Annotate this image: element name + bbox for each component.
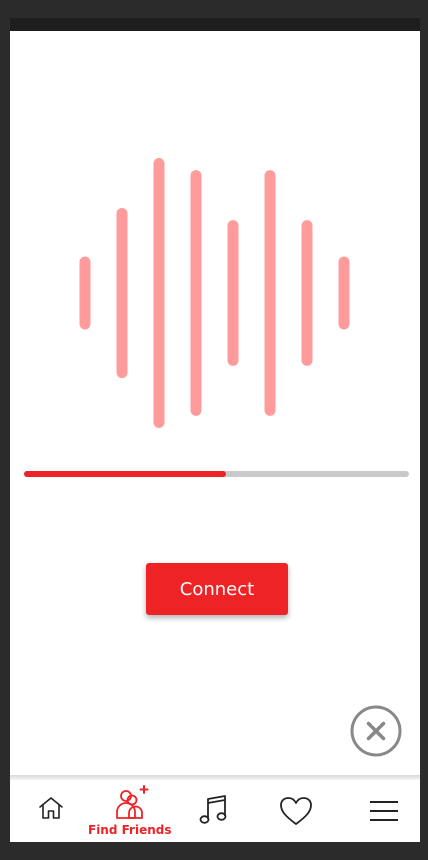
wave-bar: [116, 207, 128, 379]
nav-item-favorites[interactable]: [255, 780, 337, 842]
progress-fill: [24, 471, 227, 477]
progress-bar: [24, 471, 409, 477]
nav-label-find-friends: Find Friends: [88, 823, 172, 837]
wave-bar: [227, 220, 239, 366]
connect-button[interactable]: Connect: [146, 563, 288, 615]
wave-bar: [301, 220, 313, 366]
find-friends-icon: [116, 785, 149, 819]
audio-wave-visualizer: [79, 158, 350, 428]
heart-icon: [280, 797, 312, 825]
home-icon: [39, 797, 63, 819]
wave-bar: [79, 256, 91, 330]
nav-item-find-friends[interactable]: Find Friends: [88, 780, 172, 842]
close-circle-icon: [350, 705, 402, 757]
status-bar: [10, 18, 420, 31]
wave-bar: [338, 256, 350, 330]
wave-bar: [264, 170, 276, 416]
close-button[interactable]: [350, 705, 402, 757]
device-frame: Connect Find Friends: [0, 0, 428, 860]
device-bottom-bezel: [0, 842, 428, 860]
music-note-icon: [199, 795, 227, 824]
wave-bar: [190, 170, 202, 416]
bottom-nav: Find Friends: [10, 780, 420, 842]
nav-item-music[interactable]: [173, 780, 255, 842]
wave-bar: [153, 158, 165, 428]
nav-item-menu[interactable]: [343, 780, 420, 842]
menu-icon: [370, 801, 398, 821]
nav-item-home[interactable]: [10, 780, 92, 842]
screen: Connect Find Friends: [10, 31, 420, 842]
